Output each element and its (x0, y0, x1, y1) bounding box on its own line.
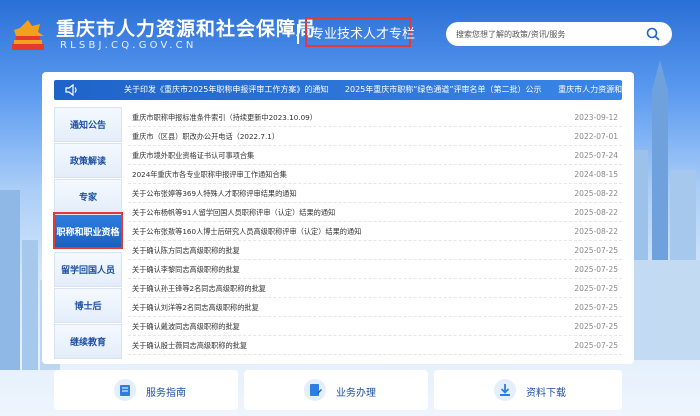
business-handling-card[interactable]: 业务办理 (244, 370, 428, 410)
site-header: 重庆市人力资源和社会保障局 RLSBJ.CQ.GOV.CN 专业技术人才专栏 (0, 0, 700, 62)
list-item[interactable]: 重庆市职称申报标准条件索引（持续更新中2023.10.09） 2023-09-12 (128, 108, 622, 127)
list-item[interactable]: 关于公布张敖等160人博士后研究人员高级职称评审（认定）结果的通知 2025-08… (128, 222, 622, 241)
notice-item[interactable]: 重庆市人力资源和社会保障局关于公布 (558, 85, 622, 94)
nav-item-notices[interactable]: 通知公告 (54, 107, 122, 142)
search-icon[interactable] (646, 27, 660, 41)
download-icon (494, 379, 516, 401)
speaker-icon (65, 83, 77, 97)
list-item-date: 2025-07-25 (574, 246, 618, 255)
download-card[interactable]: 资料下载 (434, 370, 622, 410)
nav-item-policy[interactable]: 政策解读 (54, 143, 122, 178)
site-title[interactable]: 重庆市人力资源和社会保障局 (56, 14, 316, 41)
list-item-title[interactable]: 重庆市境外职业资格证书认可事项合集 (132, 151, 254, 161)
list-item-date: 2025-08-22 (574, 227, 618, 236)
site-url: RLSBJ.CQ.GOV.CN (60, 40, 197, 51)
download-label: 资料下载 (526, 388, 566, 399)
list-item-date: 2025-08-22 (574, 208, 618, 217)
notice-item[interactable]: 关于印发《重庆市2025年职称申报评审工作方案》的通知 (124, 85, 328, 94)
nav-item-continuing-education[interactable]: 继续教育 (54, 324, 122, 359)
list-item-title[interactable]: 关于确认刘洋等2名同志高级职称的批复 (132, 303, 259, 313)
list-item[interactable]: 关于确认孙王锋等2名同志高级职称的批复 2025-07-25 (128, 279, 622, 298)
list-item-date: 2025-08-22 (574, 189, 618, 198)
business-handling-label: 业务办理 (336, 388, 376, 399)
list-item-title[interactable]: 关于公布张敖等160人博士后研究人员高级职称评审（认定）结果的通知 (132, 227, 361, 237)
list-item-date: 2024-08-15 (574, 170, 618, 179)
list-item[interactable]: 关于确认殷士薇同志高级职称的批复 2025-07-25 (128, 336, 622, 355)
list-item[interactable]: 关于确认李黎同志高级职称的批复 2025-07-25 (128, 260, 622, 279)
list-item[interactable]: 关于确认戴波同志高级职称的批复 2025-07-25 (128, 317, 622, 336)
list-item[interactable]: 重庆市境外职业资格证书认可事项合集 2025-07-24 (128, 146, 622, 165)
business-icon (304, 379, 326, 401)
notice-ticker: 关于印发《重庆市2025年职称申报评审工作方案》的通知 2025年重庆市职称“绿… (54, 80, 622, 100)
list-item[interactable]: 关于公布杨帆等91人留学回国人员职称评审（认定）结果的通知 2025-08-22 (128, 203, 622, 222)
notice-track: 关于印发《重庆市2025年职称申报评审工作方案》的通知 2025年重庆市职称“绿… (124, 84, 622, 95)
nav-item-experts[interactable]: 专家 (54, 179, 122, 214)
search-bar (446, 22, 672, 46)
list-item-date: 2023-09-12 (574, 113, 618, 122)
guide-icon (114, 379, 136, 401)
list-item-date: 2025-07-25 (574, 265, 618, 274)
list-item[interactable]: 关于确认刘洋等2名同志高级职称的批复 2025-07-25 (128, 298, 622, 317)
list-item[interactable]: 关于确认陈方同志高级职称的批复 2025-07-25 (128, 241, 622, 260)
active-nav-highlight-box (53, 212, 123, 249)
list-item-date: 2025-07-25 (574, 284, 618, 293)
list-item-title[interactable]: 重庆市职称申报标准条件索引（持续更新中2023.10.09） (132, 113, 317, 123)
list-item-title[interactable]: 关于确认陈方同志高级职称的批复 (132, 246, 240, 256)
list-item-date: 2025-07-24 (574, 151, 618, 160)
list-item-date: 2025-07-25 (574, 322, 618, 331)
list-item-title[interactable]: 关于公布张婷等369人特殊人才职称评审结果的通知 (132, 189, 297, 199)
list-item-title[interactable]: 关于公布杨帆等91人留学回国人员职称评审（认定）结果的通知 (132, 208, 335, 218)
list-item-title[interactable]: 关于确认殷士薇同志高级职称的批复 (132, 341, 247, 351)
list-item-date: 2025-07-25 (574, 303, 618, 312)
list-item-date: 2022-07-01 (574, 132, 618, 141)
list-item[interactable]: 关于公布张婷等369人特殊人才职称评审结果的通知 2025-08-22 (128, 184, 622, 203)
notice-item[interactable]: 2025年重庆市职称“绿色通道”评审名单（第二批）公示 (345, 85, 542, 94)
list-item[interactable]: 重庆市（区县）职改办公开电话（2022.7.1） 2022-07-01 (128, 127, 622, 146)
list-item-title[interactable]: 关于确认孙王锋等2名同志高级职称的批复 (132, 284, 266, 294)
list-item-title[interactable]: 关于确认戴波同志高级职称的批复 (132, 322, 240, 332)
list-item-date: 2025-07-25 (574, 341, 618, 350)
site-logo-icon[interactable] (10, 18, 46, 52)
nav-item-postdoc[interactable]: 博士后 (54, 288, 122, 323)
header-divider (297, 24, 299, 44)
column-subtitle: 专业技术人才专栏 (311, 27, 416, 42)
list-item-title[interactable]: 关于确认李黎同志高级职称的批复 (132, 265, 240, 275)
list-item-title[interactable]: 重庆市（区县）职改办公开电话（2022.7.1） (132, 132, 279, 142)
search-input[interactable] (456, 26, 636, 42)
nav-item-returnees[interactable]: 留学回国人员 (54, 252, 122, 287)
list-item-title[interactable]: 2024年重庆市各专业职称申报评审工作通知合集 (132, 170, 287, 180)
service-guide-card[interactable]: 服务指南 (54, 370, 238, 410)
service-guide-label: 服务指南 (146, 388, 186, 399)
list-item[interactable]: 2024年重庆市各专业职称申报评审工作通知合集 2024-08-15 (128, 165, 622, 184)
